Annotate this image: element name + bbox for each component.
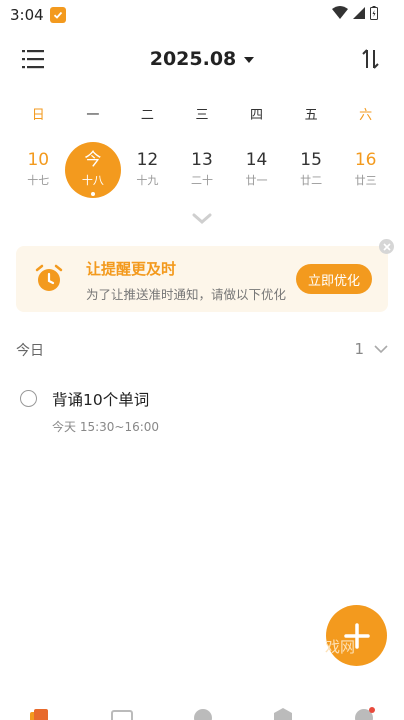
alarm-clock-icon [34,264,64,294]
reminder-optimize-banner: 让提醒更及时 为了让推送准时通知，请做以下优化 立即优化 [16,246,388,312]
close-icon [382,242,391,251]
status-icons [332,6,378,20]
nav-habit-icon[interactable] [272,706,294,720]
bottom-navigation [0,704,404,720]
task-title: 背诵10个单词 [52,391,150,409]
has-task-dot [90,192,95,196]
wifi-icon [332,6,348,19]
nav-calendar-icon[interactable] [111,706,133,720]
battery-icon [370,6,378,20]
weekday-label: 四 [250,108,264,123]
caret-down-icon [244,56,255,63]
task-item[interactable]: 背诵10个单词 今天 15:30~16:00 [16,386,388,438]
weekday-label: 五 [304,108,318,123]
date-cell[interactable]: 12 十九 [120,142,175,200]
banner-title: 让提醒更及时 [86,260,177,278]
date-number: 16 [354,150,377,170]
lunar-date: 十九 [136,174,159,187]
sort-icon [362,49,379,69]
signal-icon [353,7,365,19]
date-cell[interactable]: 10 十七 [11,142,66,200]
lunar-date: 十八 [81,174,104,187]
status-bar: 3:04 [0,0,404,30]
header: 2025.08 [0,40,404,80]
lunar-date: 廿三 [354,174,377,187]
month-selector[interactable]: 2025.08 [0,48,404,70]
nav-tasks-icon[interactable] [28,706,50,720]
weekday-label: 一 [86,108,100,123]
app-notification-icon [49,7,66,23]
status-time: 3:04 [10,6,44,24]
nav-focus-icon[interactable] [192,706,214,720]
chevron-down-icon [374,345,388,354]
date-number: 13 [191,150,213,170]
date-number: 15 [300,150,322,170]
task-time: 今天 15:30~16:00 [52,420,160,434]
expand-calendar-button[interactable] [192,210,212,224]
task-checkbox[interactable] [20,390,37,407]
chevron-down-icon [192,213,212,224]
nav-profile-icon[interactable] [353,706,375,720]
date-number: 12 [136,150,159,170]
date-cell[interactable]: 13 二十 [175,142,230,200]
banner-close-button[interactable] [379,239,394,254]
date-cell-today[interactable]: 今 十八 [64,142,121,200]
week-date-strip: 10 十七 今 十八 12 十九 13 二十 14 廿一 15 廿二 16 廿三 [11,142,393,200]
sort-button[interactable] [360,48,382,70]
weekday-label: 二 [140,108,154,123]
month-title: 2025.08 [149,48,237,70]
date-cell[interactable]: 15 廿二 [284,142,339,200]
optimize-now-button[interactable]: 立即优化 [296,264,372,294]
lunar-date: 十七 [27,174,50,187]
date-cell[interactable]: 14 廿一 [229,142,284,200]
weekday-label: 六 [359,108,373,123]
lunar-date: 廿一 [245,174,268,187]
watermark-text: 戏网 [325,638,356,656]
banner-subtitle: 为了让推送准时通知，请做以下优化 [86,287,287,302]
weekday-label: 三 [195,108,209,123]
today-section-header[interactable]: 今日 1 [16,340,388,360]
lunar-date: 二十 [190,174,213,187]
date-number: 14 [245,150,268,170]
task-count: 1 [354,340,364,358]
date-number: 今 [84,150,102,170]
date-number: 10 [27,150,50,170]
section-title: 今日 [16,343,44,359]
lunar-date: 廿二 [300,174,323,187]
weekday-row: 日 一 二 三 四 五 六 [11,104,393,123]
date-cell[interactable]: 16 廿三 [338,142,393,200]
weekday-label: 日 [31,108,45,123]
